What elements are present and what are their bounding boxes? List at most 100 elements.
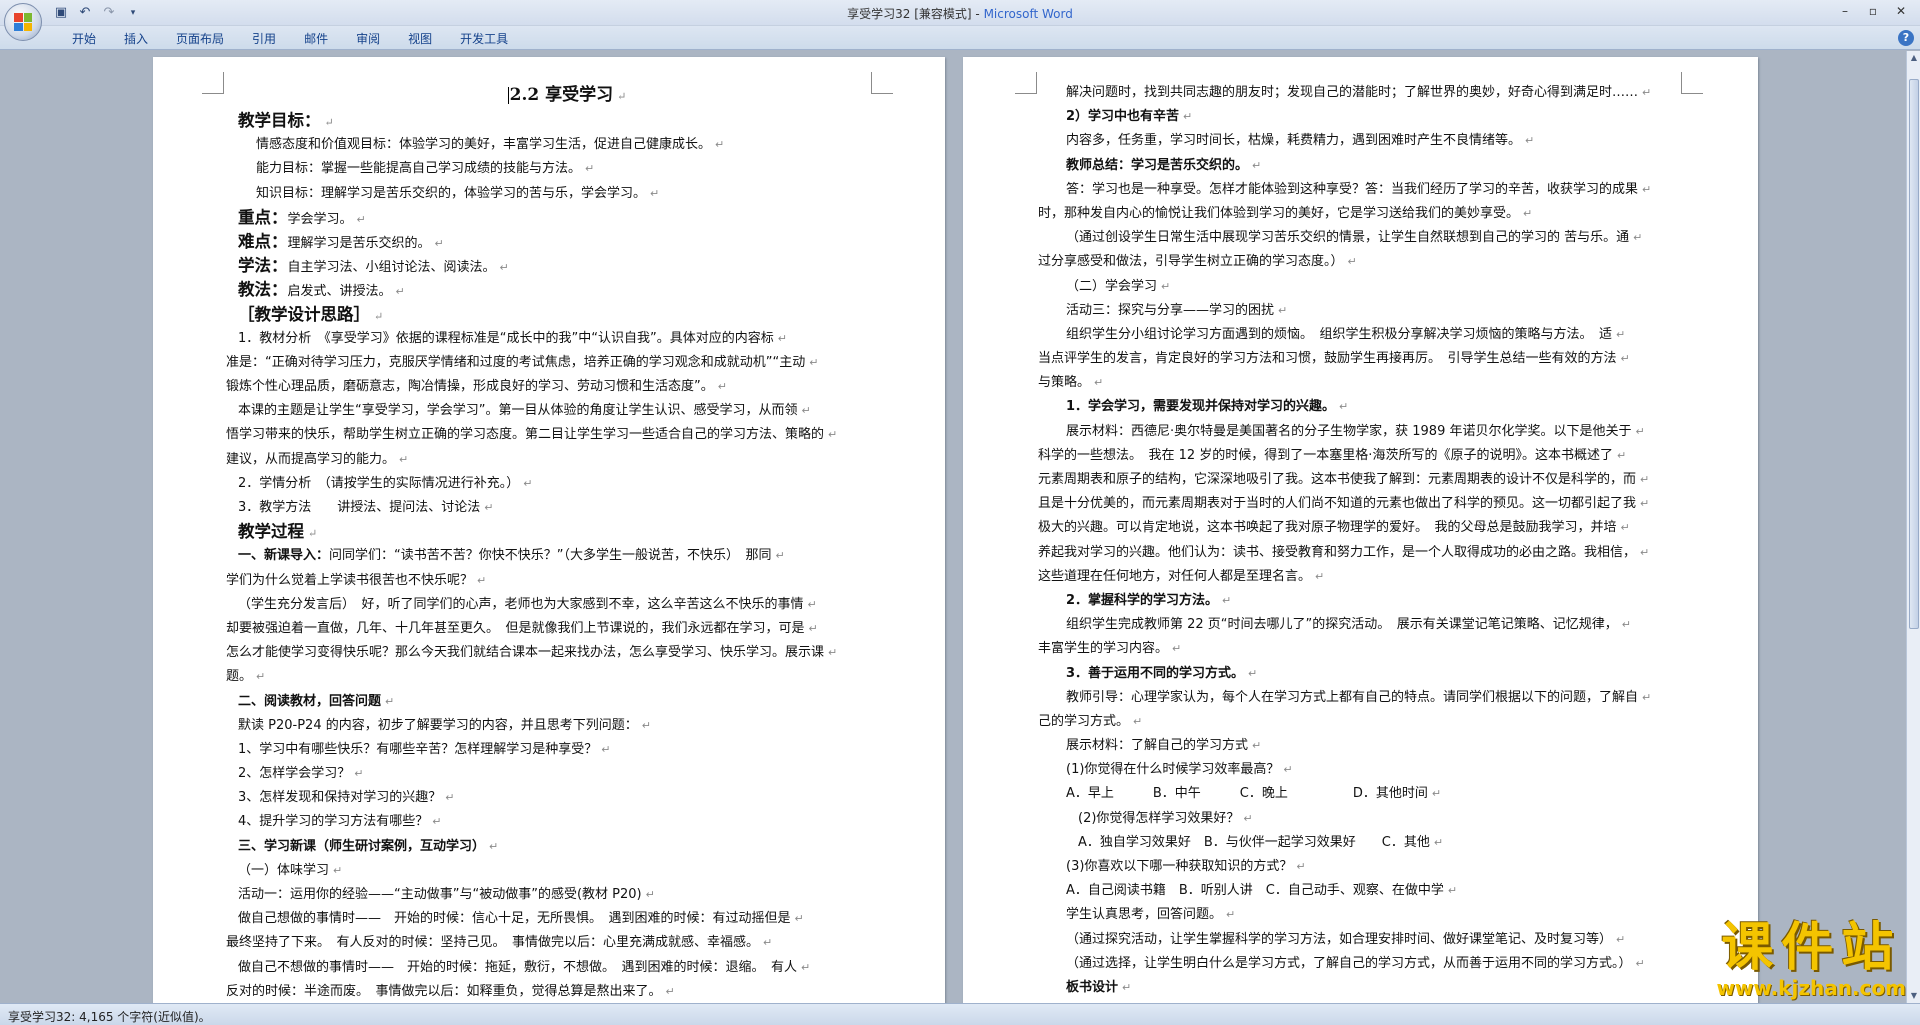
paragraph-mark-icon: ↵	[1616, 932, 1626, 946]
line-text: 3、怎样发现和保持对学习的兴趣？	[238, 790, 442, 806]
paragraph-line: 3．教学方法 讲授法、提问法、讨论法 ↵	[226, 496, 878, 520]
scroll-down-icon[interactable]: ▼	[1908, 989, 1920, 1003]
page-right-content: 解决问题时，找到共同志趣的朋友时；发现自己的潜能时；了解世界的奥妙，好奇心得到满…	[1038, 81, 1698, 1000]
vertical-scrollbar[interactable]: ▲ ▼	[1906, 51, 1920, 1003]
paragraph-mark-icon: ↵	[808, 621, 818, 635]
paragraph-mark-icon: ↵	[1635, 956, 1645, 970]
ribbon-tab[interactable]: 插入	[110, 30, 162, 48]
paragraph-line: 科学的一些想法。 我在 12 岁的时候，得到了一本塞里格·海茨所写的《原子的说明…	[1038, 444, 1698, 468]
paragraph-line: 准是：“正确对待学习压力，克服厌学情绪和过度的考试焦虑，培养正确的学习观念和成就…	[226, 351, 878, 375]
line-text: 元素周期表和原子的结构，它深深地吸引了我。这本书使我了解到：元素周期表的设计不仅…	[1038, 472, 1637, 487]
document-name: 享受学习32 [兼容模式] -	[847, 7, 984, 21]
line-text: 己的学习方式。	[1038, 713, 1130, 729]
ribbon-tab[interactable]: 页面布局	[162, 30, 238, 48]
line-text: 4、提升学习的学习方法有哪些？	[238, 814, 429, 830]
line-text: 能力目标：掌握一些能提高自己学习成绩的技能与方法。	[256, 161, 582, 177]
field-value: 理解学习是苦乐交织的。	[287, 235, 431, 251]
line-text: (3)你喜欢以下哪一种获取知识的方式？	[1066, 859, 1293, 874]
paragraph-line: 本课的主题是让学生“享受学习，学会学习”。第一目从体验的角度让学生认识、感受学习…	[226, 399, 878, 423]
ribbon-tab[interactable]: 开始	[58, 30, 110, 48]
line-text: 学生认真思考，回答问题。	[1066, 907, 1223, 923]
paragraph-mark-icon: ↵	[484, 501, 494, 514]
line-text: 做自己想做的事情时—— 开始的时候：信心十足，无所畏惧。 遇到困难的时候：有过动…	[238, 911, 791, 927]
paragraph-line: A．独自学习效果好 B．与伙伴一起学习效果好 C．其他 ↵	[1038, 831, 1698, 855]
line-text: 养起我对学习的兴趣。他们认为：读书、接受教育和努力工作，是一个人取得成功的必由之…	[1038, 544, 1637, 560]
line-text: 悟学习带来的快乐，帮助学生树立正确的学习态度。第二目让学生学习一些适合自己的学习…	[226, 427, 825, 443]
paragraph-line: 三、学习新课（师生研讨案例，互动学习） ↵	[226, 835, 878, 859]
line-text: 准是：“正确对待学习压力，克服厌学情绪和过度的考试焦虑，培养正确的学习观念和成就…	[226, 354, 806, 370]
paragraph-line: 建议，从而提高学习的能力。 ↵	[226, 448, 878, 472]
paragraph-line: 4、提升学习的学习方法有哪些？ ↵	[226, 810, 878, 834]
line-text: 1．教材分析 《享受学习》依据的课程标准是“成长中的我”中“认识自我”。具体对应…	[238, 330, 774, 346]
title-bar: ▣ ↶ ↷ ▾ 享受学习32 [兼容模式] - Microsoft Word –…	[0, 0, 1920, 41]
paragraph-mark-icon: ↵	[324, 116, 334, 129]
paragraph-mark-icon: ↵	[1620, 352, 1630, 366]
line-text: 组织学生完成教师第 22 页“时间去哪儿了”的探究活动。 展示有关课堂记笔记策略…	[1066, 617, 1618, 633]
document-title-text: 2.2 享受学习	[509, 85, 614, 105]
paragraph-line: 且是十分优美的，而元素周期表对于当时的人们尚不知道的元素也做出了科学的预见。这一…	[1038, 492, 1698, 516]
paragraph-mark-icon: ↵	[256, 670, 266, 684]
line-text: （二）学会学习	[1066, 278, 1158, 294]
paragraph-line: 解决问题时，找到共同志趣的朋友时；发现自己的潜能时；了解世界的奥妙，好奇心得到满…	[1038, 81, 1698, 105]
line-text: 三、学习新课（师生研讨案例，互动学习）	[238, 838, 486, 854]
paragraph-mark-icon: ↵	[715, 138, 725, 152]
ribbon-tab[interactable]: 开发工具	[446, 30, 522, 48]
paragraph-line: 最终坚持了下来。 有人反对的时候：坚持己见。 事情做完以后：心里充满成就感、幸福…	[226, 931, 878, 955]
paragraph-line: 养起我对学习的兴趣。他们认为：读书、接受教育和努力工作，是一个人取得成功的必由之…	[1038, 541, 1698, 565]
page-left[interactable]: 2.2 享受学习 ↵ 教学目标： ↵ 情感态度和价值观目标：体验学习的美好，丰富学习生…	[153, 57, 945, 1003]
paragraph-line: 一、新课导入：问同学们：“读书苦不苦？你快不快乐？”（大多学生一般说苦，不快乐）…	[226, 544, 878, 568]
paragraph-line: 己的学习方式。 ↵	[1038, 710, 1698, 734]
minimize-icon[interactable]: –	[1832, 2, 1858, 20]
paragraph-mark-icon: ↵	[801, 404, 811, 418]
scroll-thumb[interactable]	[1909, 79, 1919, 629]
text-cursor	[507, 87, 509, 104]
line-text: 活动一：运用你的经验——“主动做事”与“被动做事”的感受(教材 P20)	[238, 887, 642, 902]
scroll-up-icon[interactable]: ▲	[1908, 51, 1920, 65]
ribbon-tab[interactable]: 视图	[394, 30, 446, 48]
ribbon-tab[interactable]: 邮件	[290, 30, 342, 48]
paragraph-mark-icon: ↵	[1433, 835, 1444, 849]
page-right[interactable]: 解决问题时，找到共同志趣的朋友时；发现自己的潜能时；了解世界的奥妙，好奇心得到满…	[963, 57, 1758, 1003]
line-text: 解决问题时，找到共同志趣的朋友时；发现自己的潜能时；了解世界的奥妙，好奇心得到满…	[1066, 85, 1639, 100]
paragraph-line: 活动一：运用你的经验——“主动做事”与“被动做事”的感受(教材 P20) ↵	[226, 883, 878, 907]
maximize-icon[interactable]: ▫	[1860, 2, 1886, 20]
paragraph-line: 二、阅读教材，回答问题 ↵	[226, 690, 878, 714]
office-button[interactable]	[4, 3, 42, 41]
paragraph-line: (2)你觉得怎样学习效果好？ ↵	[1038, 807, 1698, 831]
paragraph-mark-icon: ↵	[1525, 134, 1535, 148]
paragraph-line: A．早上 B．中午 C．晚上 D．其他时间 ↵	[1038, 782, 1698, 806]
close-icon[interactable]: ✕	[1888, 2, 1914, 20]
paragraph-line: 学法：自主学习法、小组讨论法、阅读法。 ↵	[226, 254, 878, 278]
paragraph-line: 教法：启发式、讲授法。 ↵	[226, 278, 878, 302]
paragraph-mark-icon: ↵	[1640, 497, 1650, 511]
office-logo-icon	[14, 13, 32, 31]
paragraph-line: 难点：理解学习是苦乐交织的。 ↵	[226, 230, 878, 254]
word-count[interactable]: 享受学习32: 4,165 个字符(近似值)。	[8, 1008, 211, 1025]
ribbon-tab[interactable]: 引用	[238, 30, 290, 48]
paragraph-mark-icon: ↵	[645, 888, 655, 901]
line-text: 活动三：探究与分享——学习的困扰	[1066, 302, 1275, 318]
paragraph-line: 做自己不想做的事情时—— 开始的时候：拖延，敷衍，不想做。 遇到困难的时候：退缩…	[226, 956, 878, 980]
line-text: 2．学情分析 （请按学生的实际情况进行补充。）	[238, 475, 520, 491]
line-text: （通过选择，让学生明白什么是学习方式，了解自己的学习方式，从而善于运用不同的学习…	[1066, 955, 1632, 971]
paragraph-line: 情感态度和价值观目标：体验学习的美好，丰富学习生活，促进自己健康成长。 ↵	[226, 133, 878, 157]
help-icon[interactable]: ?	[1898, 30, 1914, 46]
paragraph-mark-icon: ↵	[1122, 980, 1132, 994]
paragraph-mark-icon: ↵	[399, 452, 409, 466]
paragraph-line: 2．学情分析 （请按学生的实际情况进行补充。） ↵	[226, 472, 878, 496]
ribbon-tab[interactable]: 审阅	[342, 30, 394, 48]
line-text: 默读 P20-P24 的内容，初步了解要学习的内容，并且思考下列问题：	[238, 717, 638, 733]
paragraph-mark-icon: ↵	[477, 573, 487, 587]
paragraph-mark-icon: ↵	[1642, 86, 1652, 99]
paragraph-line: 知识目标：理解学习是苦乐交织的，体验学习的苦与乐，学会学习。 ↵	[226, 182, 878, 206]
paragraph-mark-icon: ↵	[1616, 327, 1626, 341]
paragraph-line: 展示材料：西德尼·奥尔特曼是美国著名的分子生物学家，获 1989 年诺贝尔化学奖…	[1038, 420, 1698, 444]
paragraph-line: 1．教材分析 《享受学习》依据的课程标准是“成长中的我”中“认识自我”。具体对应…	[226, 327, 878, 351]
line-text: (1)你觉得在什么时候学习效率最高？	[1066, 762, 1280, 778]
paragraph-mark-icon: ↵	[374, 309, 384, 323]
paragraph-line: （通过探究活动，让学生掌握科学的学习方法，如合理安排时间、做好课堂笔记、及时复习…	[1038, 928, 1698, 952]
document-workspace[interactable]: 2.2 享受学习 ↵ 教学目标： ↵ 情感态度和价值观目标：体验学习的美好，丰富学习生…	[0, 51, 1906, 1003]
paragraph-mark-icon: ↵	[1133, 714, 1143, 728]
paragraph-mark-icon: ↵	[1183, 110, 1193, 124]
paragraph-line: 展示材料：了解自己的学习方式 ↵	[1038, 734, 1698, 758]
